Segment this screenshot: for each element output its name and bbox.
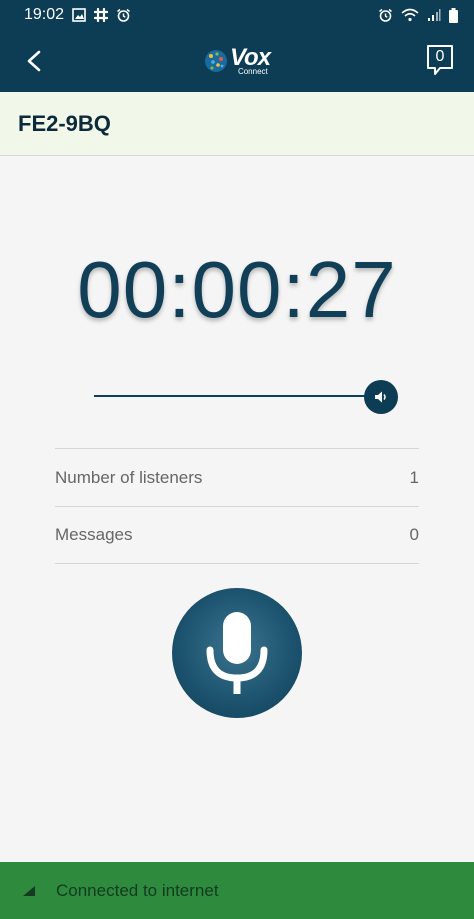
app-bar: Vox Connect 0 [0, 30, 474, 92]
signal-icon [427, 8, 441, 22]
info-list: Number of listeners 1 Messages 0 [55, 448, 419, 564]
connection-status-text: Connected to internet [56, 880, 219, 900]
microphone-button[interactable] [172, 588, 302, 718]
channel-name: FE2-9BQ [18, 110, 111, 136]
vox-connect-logo: Vox Connect [204, 46, 271, 76]
listeners-row: Number of listeners 1 [55, 448, 419, 506]
alarm-icon [116, 8, 131, 23]
channel-header: FE2-9BQ [0, 92, 474, 156]
globe-logo-icon [204, 50, 227, 72]
messages-row: Messages 0 [55, 506, 419, 564]
wifi-icon [401, 8, 419, 22]
elapsed-timer: 00:00:27 [77, 245, 397, 334]
microphone-icon [206, 612, 268, 694]
listeners-value: 1 [409, 467, 419, 487]
messages-button[interactable]: 0 [426, 44, 456, 76]
image-icon [72, 8, 86, 22]
status-right [378, 7, 458, 23]
message-count: 0 [435, 48, 445, 65]
messages-label: Messages [55, 525, 133, 544]
status-left: 19:02 [24, 6, 131, 24]
logo-sub-text: Connect [237, 67, 268, 76]
messages-value: 0 [409, 525, 419, 544]
volume-slider-track[interactable] [94, 395, 380, 397]
listeners-label: Number of listeners [55, 467, 203, 487]
status-time: 19:02 [24, 6, 65, 23]
status-bar: 19:02 [0, 0, 474, 30]
speaker-icon [375, 391, 386, 403]
volume-slider-knob[interactable] [364, 380, 398, 414]
slack-icon [94, 8, 109, 22]
chevron-left-icon [27, 50, 41, 72]
connection-status-bar: Connected to internet [0, 862, 474, 919]
battery-icon [449, 7, 458, 23]
back-button[interactable] [18, 45, 50, 77]
alarm-icon [378, 8, 393, 23]
signal-triangle-icon [23, 885, 35, 896]
